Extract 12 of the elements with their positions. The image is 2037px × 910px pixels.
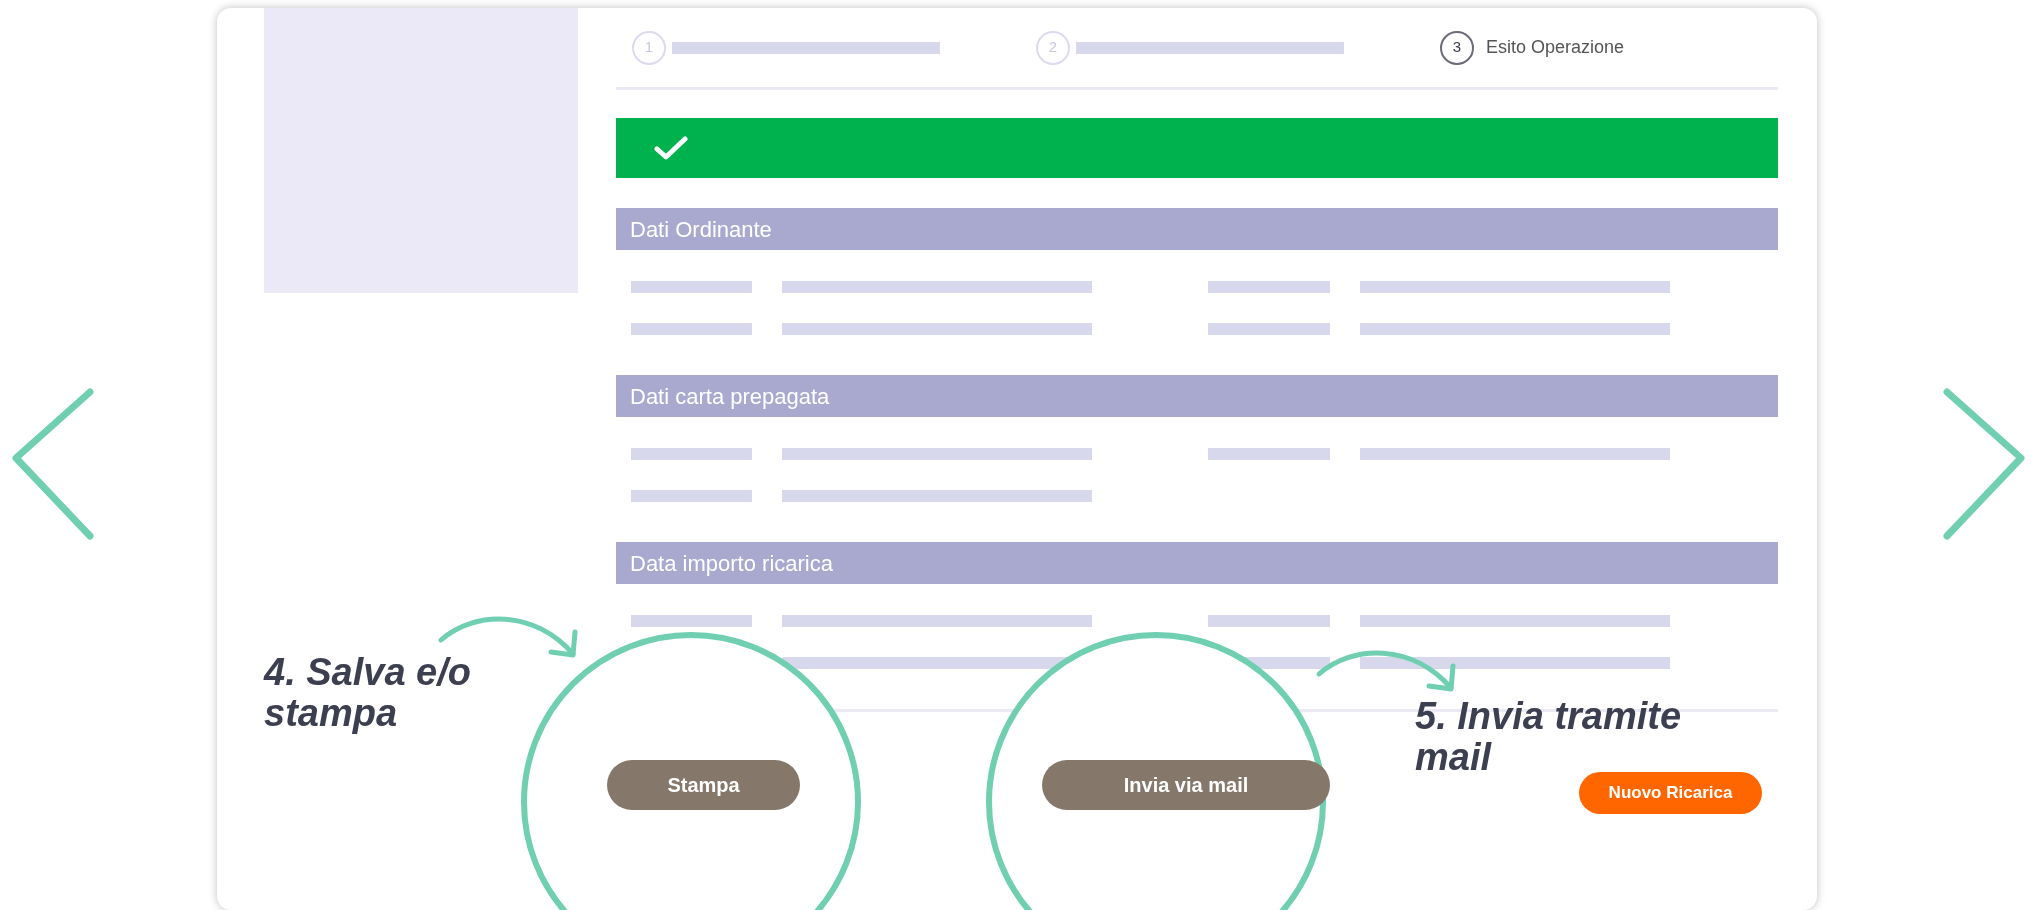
step-label: Esito Operazione [1486,36,1625,59]
checkmark-icon [654,135,688,161]
annotation-text: 4. Salva e/o stampa [264,652,472,734]
section-header: Dati carta prepagata [616,375,1778,417]
step-number: 2 [1036,30,1070,65]
action-button[interactable]: Stampa [607,760,800,810]
section-header: Dati Ordinante [616,208,1778,250]
section-header: Data importo ricarica [616,542,1778,584]
new-recharge-button[interactable]: Nuovo Ricarica [1579,772,1762,814]
step-number: 3 [1440,30,1474,65]
step-number: 1 [632,30,666,65]
action-button[interactable]: Invia via mail [1042,760,1330,810]
